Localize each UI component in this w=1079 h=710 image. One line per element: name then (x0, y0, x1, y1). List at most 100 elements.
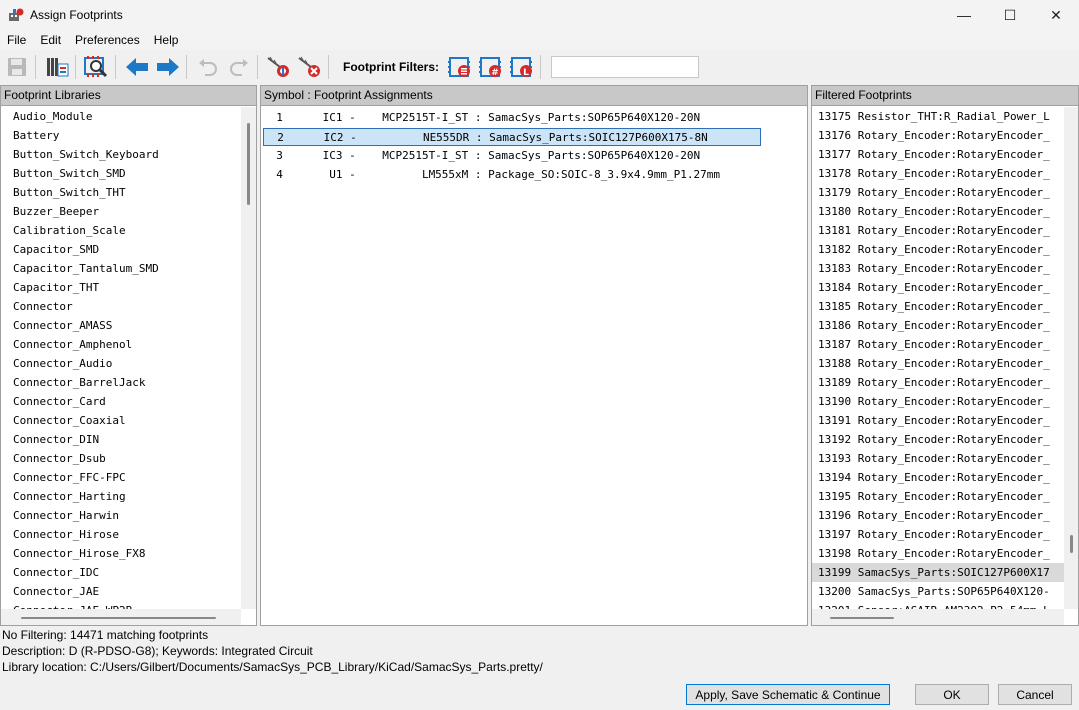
filtered-footprint-item[interactable]: 13175 Resistor_THT:R_Radial_Power_L (812, 107, 1064, 126)
menu-edit[interactable]: Edit (33, 33, 68, 47)
view-footprint-button[interactable] (83, 53, 111, 81)
library-list-item[interactable]: Capacitor_THT (1, 278, 241, 297)
library-list-item[interactable]: Connector_Hirose_FX8 (1, 544, 241, 563)
assignment-row[interactable]: 2 IC2 - NE555DR : SamacSys_Parts:SOIC127… (263, 128, 761, 146)
library-list-item[interactable]: Battery (1, 126, 241, 145)
library-list-item[interactable]: Connector_Audio (1, 354, 241, 373)
filtered-footprint-item[interactable]: 13200 SamacSys_Parts:SOP65P640X120- (812, 582, 1064, 601)
maximize-button[interactable]: ☐ (987, 0, 1033, 30)
assignment-row[interactable]: 1 IC1 - MCP2515T-I_ST : SamacSys_Parts:S… (263, 109, 761, 127)
library-list-item[interactable]: Connector_AMASS (1, 316, 241, 335)
library-list-item[interactable]: Connector_IDC (1, 563, 241, 582)
svg-text:L: L (523, 68, 529, 78)
library-list-item[interactable]: Connector_FFC-FPC (1, 468, 241, 487)
assignment-row[interactable]: 3 IC3 - MCP2515T-I_ST : SamacSys_Parts:S… (263, 147, 761, 165)
library-list-item[interactable]: Connector_Dsub (1, 449, 241, 468)
library-list-item[interactable]: Audio_Module (1, 107, 241, 126)
filtered-footprint-item[interactable]: 13186 Rotary_Encoder:RotaryEncoder_ (812, 316, 1064, 335)
filtered-footprint-item[interactable]: 13179 Rotary_Encoder:RotaryEncoder_ (812, 183, 1064, 202)
cvpcb-app-icon (9, 8, 24, 21)
library-list-item[interactable]: Button_Switch_THT (1, 183, 241, 202)
libraries-horizontal-scrollbar[interactable] (1, 609, 241, 625)
save-button[interactable] (3, 53, 31, 81)
close-button[interactable]: ✕ (1033, 0, 1079, 30)
filtered-footprint-item[interactable]: 13193 Rotary_Encoder:RotaryEncoder_ (812, 449, 1064, 468)
filtered-footprint-item[interactable]: 13183 Rotary_Encoder:RotaryEncoder_ (812, 259, 1064, 278)
library-list-item[interactable]: Calibration_Scale (1, 221, 241, 240)
library-location-text: Library location: C:/Users/Gilbert/Docum… (2, 660, 543, 674)
library-list-item[interactable]: Connector_Harting (1, 487, 241, 506)
cancel-button[interactable]: Cancel (998, 684, 1072, 705)
filtered-footprint-item[interactable]: 13194 Rotary_Encoder:RotaryEncoder_ (812, 468, 1064, 487)
assignment-row[interactable]: 4 U1 - LM555xM : Package_SO:SOIC-8_3.9x4… (263, 166, 761, 184)
redo-icon (230, 59, 248, 76)
footprints-horizontal-scroll-thumb[interactable] (830, 617, 894, 619)
filtered-footprint-item[interactable]: 13178 Rotary_Encoder:RotaryEncoder_ (812, 164, 1064, 183)
undo-button[interactable] (194, 53, 222, 81)
filtered-footprint-item[interactable]: 13177 Rotary_Encoder:RotaryEncoder_ (812, 145, 1064, 164)
library-list-item[interactable]: Connector_Harwin (1, 506, 241, 525)
library-list-item[interactable]: Capacitor_SMD (1, 240, 241, 259)
toolbar-separator (115, 55, 116, 79)
library-list-item[interactable]: Connector_JAE (1, 582, 241, 601)
filtered-footprint-item[interactable]: 13180 Rotary_Encoder:RotaryEncoder_ (812, 202, 1064, 221)
footprint-libraries-header: Footprint Libraries (1, 86, 256, 106)
previous-symbol-button[interactable] (123, 53, 151, 81)
filtered-footprint-item[interactable]: 13190 Rotary_Encoder:RotaryEncoder_ (812, 392, 1064, 411)
library-list-item[interactable]: Connector_Amphenol (1, 335, 241, 354)
assignments-list: 1 IC1 - MCP2515T-I_ST : SamacSys_Parts:S… (261, 107, 807, 625)
filtered-footprint-item[interactable]: 13201 Sensor:ASAIR_AM2302_P2.54mm_L (812, 601, 1064, 609)
library-list-item[interactable]: Button_Switch_Keyboard (1, 145, 241, 164)
minimize-button[interactable]: — (941, 0, 987, 30)
filter-by-keywords-button[interactable] (446, 53, 474, 81)
library-list-item[interactable]: Buzzer_Beeper (1, 202, 241, 221)
filtered-footprint-item[interactable]: 13182 Rotary_Encoder:RotaryEncoder_ (812, 240, 1064, 259)
assign-footprints-window: Assign Footprints — ☐ ✕ File Edit Prefer… (0, 0, 1079, 710)
library-list-item[interactable]: Connector_JAE_WP2B (1, 601, 241, 609)
library-list-item[interactable]: Connector_BarrelJack (1, 373, 241, 392)
delete-all-associations-button[interactable] (296, 53, 324, 81)
filtered-footprint-item[interactable]: 13187 Rotary_Encoder:RotaryEncoder_ (812, 335, 1064, 354)
filtered-footprint-item[interactable]: 13184 Rotary_Encoder:RotaryEncoder_ (812, 278, 1064, 297)
apply-save-continue-button[interactable]: Apply, Save Schematic & Continue (686, 684, 890, 705)
filtered-footprint-item[interactable]: 13197 Rotary_Encoder:RotaryEncoder_ (812, 525, 1064, 544)
footprints-vertical-scrollbar[interactable] (1064, 107, 1078, 609)
library-list-item[interactable]: Connector_Hirose (1, 525, 241, 544)
ok-button[interactable]: OK (915, 684, 989, 705)
filter-by-library-button[interactable]: L (508, 53, 536, 81)
libraries-vertical-scrollbar[interactable] (241, 107, 256, 609)
filtered-footprint-item[interactable]: 13191 Rotary_Encoder:RotaryEncoder_ (812, 411, 1064, 430)
filtered-footprint-item[interactable]: 13195 Rotary_Encoder:RotaryEncoder_ (812, 487, 1064, 506)
filtered-footprint-item[interactable]: 13198 Rotary_Encoder:RotaryEncoder_ (812, 544, 1064, 563)
filter-keywords-icon (448, 57, 470, 77)
menu-preferences[interactable]: Preferences (68, 33, 147, 47)
filtered-footprint-item[interactable]: 13196 Rotary_Encoder:RotaryEncoder_ (812, 506, 1064, 525)
libraries-horizontal-scroll-thumb[interactable] (21, 617, 216, 619)
filtered-footprint-item[interactable]: 13188 Rotary_Encoder:RotaryEncoder_ (812, 354, 1064, 373)
footprints-horizontal-scrollbar[interactable] (812, 609, 1064, 625)
library-list-item[interactable]: Connector_Coaxial (1, 411, 241, 430)
filtered-footprint-item[interactable]: 13176 Rotary_Encoder:RotaryEncoder_ (812, 126, 1064, 145)
filter-by-pin-count-button[interactable]: # (477, 53, 505, 81)
filtered-footprint-item[interactable]: 13199 SamacSys_Parts:SOIC127P600X17 (812, 563, 1064, 582)
footprint-library-table-button[interactable] (43, 53, 71, 81)
library-list-item[interactable]: Capacitor_Tantalum_SMD (1, 259, 241, 278)
libraries-vertical-scroll-thumb[interactable] (247, 123, 250, 205)
footprint-filter-input[interactable] (551, 56, 699, 78)
filtered-footprint-item[interactable]: 13181 Rotary_Encoder:RotaryEncoder_ (812, 221, 1064, 240)
auto-associate-button[interactable] (265, 53, 293, 81)
filtered-footprint-item[interactable]: 13189 Rotary_Encoder:RotaryEncoder_ (812, 373, 1064, 392)
menu-help[interactable]: Help (147, 33, 186, 47)
toolbar-separator (540, 55, 541, 79)
next-symbol-button[interactable] (154, 53, 182, 81)
filter-library-icon: L (510, 57, 532, 78)
filtered-footprint-item[interactable]: 13192 Rotary_Encoder:RotaryEncoder_ (812, 430, 1064, 449)
filtered-footprint-item[interactable]: 13185 Rotary_Encoder:RotaryEncoder_ (812, 297, 1064, 316)
library-list-item[interactable]: Connector (1, 297, 241, 316)
library-list-item[interactable]: Button_Switch_SMD (1, 164, 241, 183)
redo-button[interactable] (225, 53, 253, 81)
library-list-item[interactable]: Connector_Card (1, 392, 241, 411)
footprints-vertical-scroll-thumb[interactable] (1070, 535, 1073, 553)
menu-file[interactable]: File (0, 33, 33, 47)
library-list-item[interactable]: Connector_DIN (1, 430, 241, 449)
